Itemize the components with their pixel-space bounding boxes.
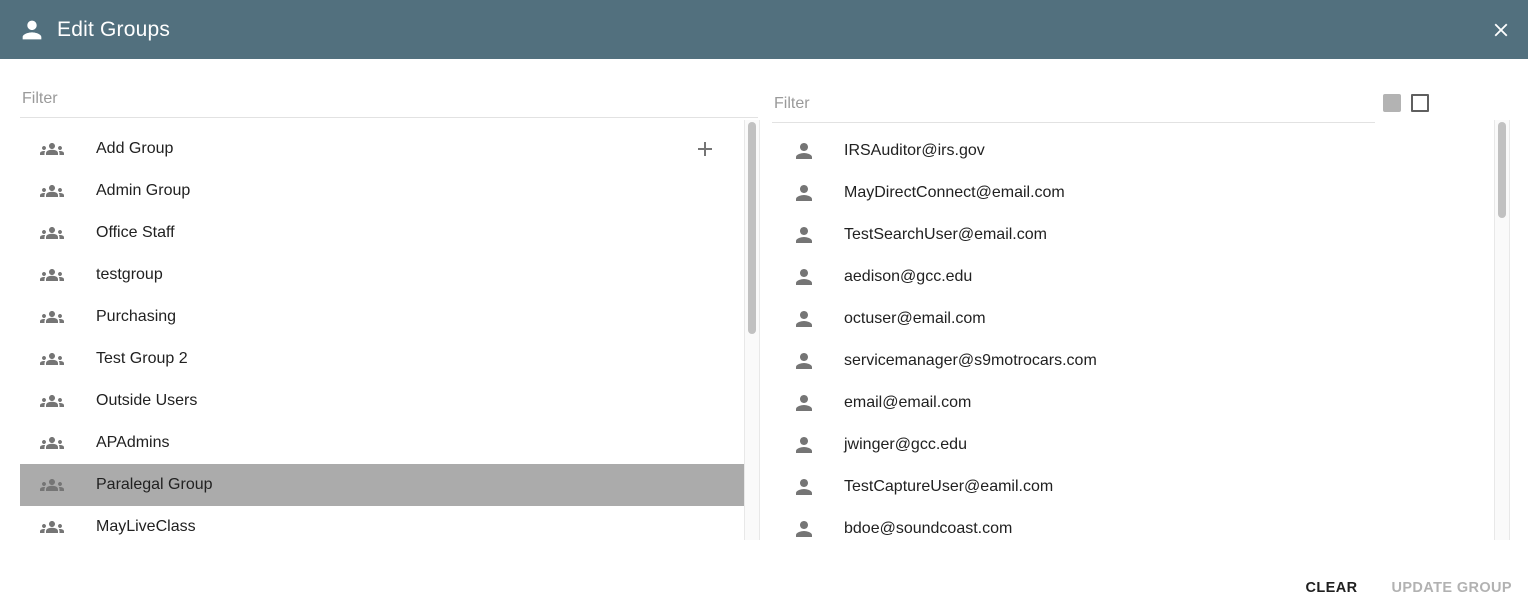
group-filter-input[interactable] — [20, 87, 758, 118]
filled-square-checkbox-icon[interactable] — [1383, 94, 1401, 112]
groups-icon — [40, 221, 64, 245]
user-email: TestSearchUser@email.com — [844, 226, 1047, 244]
person-icon — [792, 475, 816, 499]
group-label: Outside Users — [96, 392, 197, 410]
group-list: Add Group Admin Group Office Staff testg… — [0, 120, 745, 540]
groups-icon — [40, 347, 64, 371]
person-icon — [18, 16, 46, 44]
user-list-item[interactable]: IRSAuditor@irs.gov — [772, 130, 1494, 172]
user-email: TestCaptureUser@eamil.com — [844, 478, 1053, 496]
person-icon — [792, 433, 816, 457]
user-list-item[interactable]: servicemanager@s9motrocars.com — [772, 340, 1494, 382]
person-icon — [792, 307, 816, 331]
user-email: octuser@email.com — [844, 310, 986, 328]
add-group-button[interactable] — [693, 137, 717, 161]
user-email: bdoe@soundcoast.com — [844, 520, 1012, 538]
person-icon — [792, 139, 816, 163]
close-icon[interactable] — [1486, 15, 1516, 45]
groups-icon — [40, 137, 64, 161]
group-list-item[interactable]: Add Group — [20, 128, 745, 170]
group-list-item[interactable]: Office Staff — [20, 212, 745, 254]
user-list-item[interactable]: TestCaptureUser@eamil.com — [772, 466, 1494, 508]
group-list-item[interactable]: Outside Users — [20, 380, 745, 422]
user-list-item[interactable]: TestSearchUser@email.com — [772, 214, 1494, 256]
person-icon — [792, 181, 816, 205]
group-list-item[interactable]: MayLiveClass — [20, 506, 745, 540]
dialog-actions: CLEAR UPDATE GROUP — [1296, 572, 1523, 604]
groups-icon — [40, 473, 64, 497]
user-filter-input[interactable] — [772, 92, 1375, 123]
group-label: Test Group 2 — [96, 350, 188, 368]
update-group-button[interactable]: UPDATE GROUP — [1381, 572, 1522, 604]
group-label: Add Group — [96, 140, 173, 158]
person-icon — [792, 265, 816, 289]
group-list-scrollbar[interactable] — [744, 120, 760, 540]
group-label: Office Staff — [96, 224, 175, 242]
person-icon — [792, 223, 816, 247]
groups-icon — [40, 179, 64, 203]
person-icon — [792, 391, 816, 415]
groups-icon — [40, 515, 64, 539]
group-label: testgroup — [96, 266, 163, 284]
scrollbar-thumb[interactable] — [748, 122, 756, 334]
groups-icon — [40, 305, 64, 329]
empty-square-checkbox-icon[interactable] — [1411, 94, 1429, 112]
group-label: APAdmins — [96, 434, 170, 452]
user-list-item[interactable]: aedison@gcc.edu — [772, 256, 1494, 298]
person-icon — [792, 517, 816, 540]
user-email: aedison@gcc.edu — [844, 268, 972, 286]
group-label: MayLiveClass — [96, 518, 196, 536]
user-list-scrollbar[interactable] — [1494, 120, 1510, 540]
user-email: jwinger@gcc.edu — [844, 436, 967, 454]
dialog-title: Edit Groups — [57, 18, 170, 42]
person-icon — [792, 349, 816, 373]
groups-icon — [40, 389, 64, 413]
group-list-item[interactable]: testgroup — [20, 254, 745, 296]
group-list-item[interactable]: Admin Group — [20, 170, 745, 212]
group-list-item[interactable]: Paralegal Group — [20, 464, 745, 506]
user-email: MayDirectConnect@email.com — [844, 184, 1065, 202]
user-list: IRSAuditor@irs.gov MayDirectConnect@emai… — [772, 120, 1494, 540]
user-email: email@email.com — [844, 394, 971, 412]
edit-groups-dialog: Edit Groups Add Group Admin Group Office… — [0, 0, 1528, 609]
group-list-item[interactable]: Test Group 2 — [20, 338, 745, 380]
user-email: IRSAuditor@irs.gov — [844, 142, 985, 160]
scrollbar-thumb[interactable] — [1498, 122, 1506, 218]
groups-icon — [40, 263, 64, 287]
user-list-item[interactable]: MayDirectConnect@email.com — [772, 172, 1494, 214]
user-list-item[interactable]: octuser@email.com — [772, 298, 1494, 340]
clear-button[interactable]: CLEAR — [1296, 572, 1368, 604]
group-label: Purchasing — [96, 308, 176, 326]
user-list-item[interactable]: jwinger@gcc.edu — [772, 424, 1494, 466]
dialog-header: Edit Groups — [0, 0, 1528, 59]
group-list-item[interactable]: APAdmins — [20, 422, 745, 464]
group-label: Admin Group — [96, 182, 190, 200]
group-list-item[interactable]: Purchasing — [20, 296, 745, 338]
user-email: servicemanager@s9motrocars.com — [844, 352, 1097, 370]
user-list-item[interactable]: email@email.com — [772, 382, 1494, 424]
group-label: Paralegal Group — [96, 476, 213, 494]
groups-icon — [40, 431, 64, 455]
user-list-item[interactable]: bdoe@soundcoast.com — [772, 508, 1494, 540]
